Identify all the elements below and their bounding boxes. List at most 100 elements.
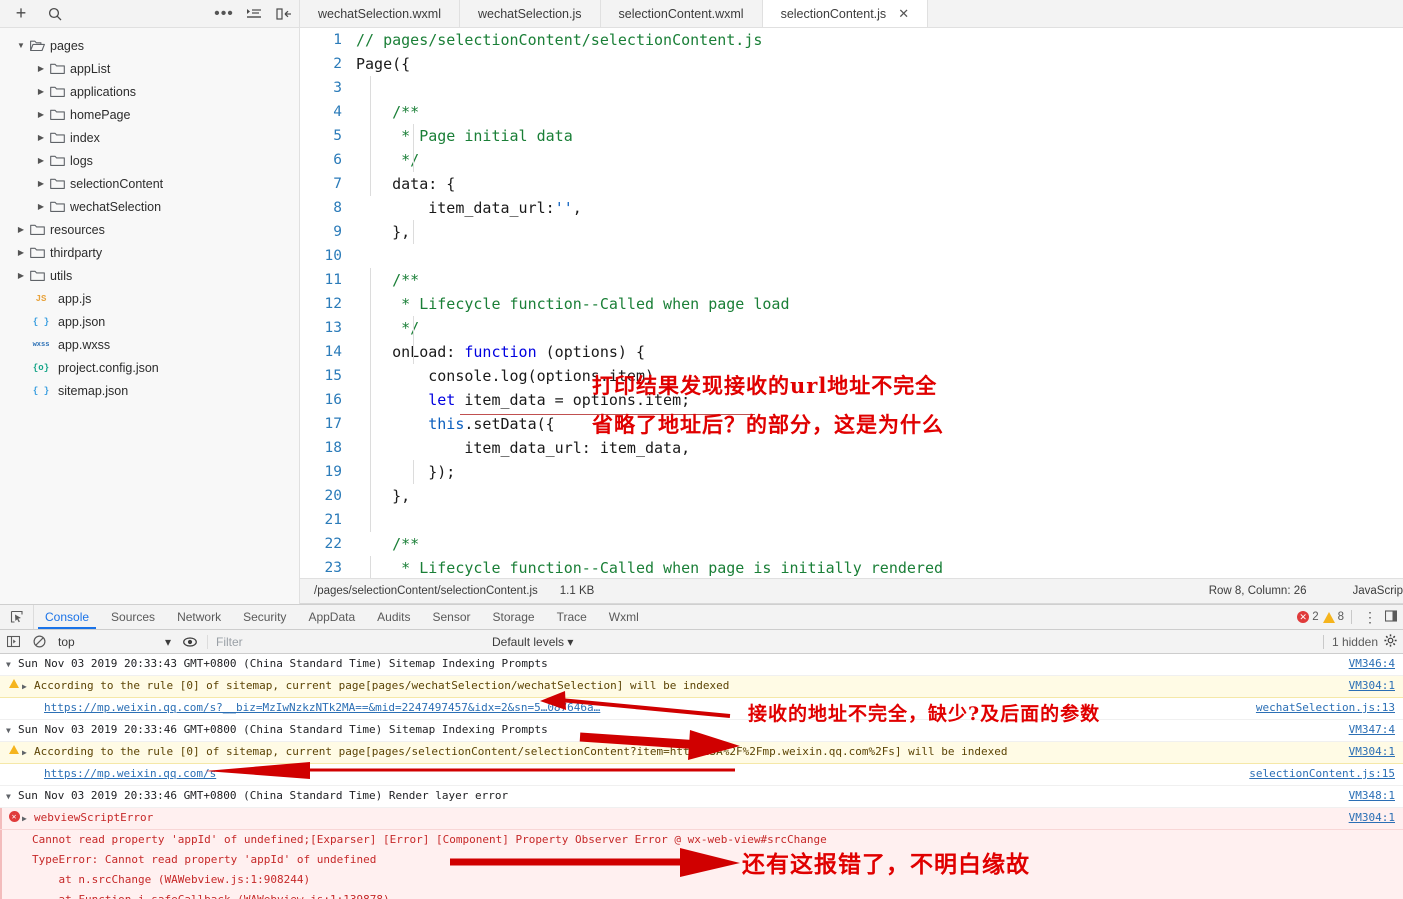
console-source-link[interactable]: wechatSelection.js:13 [1256,698,1403,718]
console-source-link[interactable]: selectionContent.js:15 [1249,764,1403,784]
code-line[interactable]: 18 item_data_url: item_data, [300,436,1403,460]
code-line[interactable]: 6 */ [300,148,1403,172]
dock-side-icon[interactable] [1384,609,1398,625]
console-source-link[interactable]: VM346:4 [1349,654,1403,674]
error-count-badge[interactable]: ✕ 2 [1297,611,1319,623]
chevron-down-icon[interactable]: ▼ [14,41,28,50]
tab-appdata[interactable]: AppData [297,605,366,629]
tab-audits[interactable]: Audits [366,605,421,629]
log-levels-selector[interactable]: Default levels ▾ [492,635,573,649]
console-row-group[interactable]: ▼ Sun Nov 03 2019 20:33:46 GMT+0800 (Chin… [0,720,1403,742]
tree-item-project-config-json[interactable]: {o} project.config.json [0,356,299,379]
expand-icon[interactable]: ▶ [22,742,34,763]
collapse-panel-icon[interactable] [269,1,299,27]
group-expand-icon[interactable]: ▼ [6,720,18,741]
code-line[interactable]: 1 // pages/selectionContent/selectionCont… [300,28,1403,52]
tab-storage[interactable]: Storage [482,605,546,629]
tab-sensor[interactable]: Sensor [422,605,482,629]
console-row-link[interactable]: https://mp.weixin.qq.com/s selectionConte… [0,764,1403,786]
code-line[interactable]: 19 }); [300,460,1403,484]
console-row-warn[interactable]: ▶ According to the rule [0] of sitemap, c… [0,742,1403,764]
code-line[interactable]: 7 data: { [300,172,1403,196]
tab-selectionContent-wxml[interactable]: selectionContent.wxml [601,0,763,27]
execution-context-selector[interactable]: top ▾ [52,635,177,649]
inspect-element-icon[interactable] [0,605,34,629]
live-expression-icon[interactable] [177,635,203,649]
code-line[interactable]: 21 [300,508,1403,532]
tab-security[interactable]: Security [232,605,297,629]
console-link[interactable]: https://mp.weixin.qq.com/s [18,764,1249,784]
code-line[interactable]: 2 Page({ [300,52,1403,76]
code-line[interactable]: 4 /** [300,100,1403,124]
code-line[interactable]: 12 * Lifecycle function--Called when pag… [300,292,1403,316]
tree-item-homePage[interactable]: ▶ homePage [0,103,299,126]
warning-count-badge[interactable]: 8 [1322,611,1344,623]
console-row-err[interactable]: ✕ ▶ webviewScriptError VM304:1 [0,808,1403,830]
code-line[interactable]: 10 [300,244,1403,268]
console-sidebar-icon[interactable] [0,635,26,648]
tree-item-app-wxss[interactable]: wxss app.wxss [0,333,299,356]
close-icon[interactable]: ✕ [898,7,909,20]
chevron-right-icon[interactable]: ▶ [34,64,48,73]
code-line[interactable]: 3 [300,76,1403,100]
tree-item-appList[interactable]: ▶ appList [0,57,299,80]
chevron-right-icon[interactable]: ▶ [34,133,48,142]
tab-console[interactable]: Console [34,605,100,629]
tree-item-thirdparty[interactable]: ▶ thirdparty [0,241,299,264]
console-source-link[interactable]: VM304:1 [1349,742,1403,762]
chevron-right-icon[interactable]: ▶ [34,110,48,119]
group-expand-icon[interactable]: ▼ [6,654,18,675]
code-editor[interactable]: 1 // pages/selectionContent/selectionCont… [300,28,1403,578]
code-line[interactable]: 8 item_data_url:'', [300,196,1403,220]
console-row-warn[interactable]: ▶ According to the rule [0] of sitemap, c… [0,676,1403,698]
code-line[interactable]: 23 * Lifecycle function--Called when pag… [300,556,1403,578]
code-line[interactable]: 9 }, [300,220,1403,244]
tree-item-wechatSelection[interactable]: ▶ wechatSelection [0,195,299,218]
new-file-icon[interactable]: + [6,1,36,27]
chevron-right-icon[interactable]: ▶ [34,156,48,165]
code-line[interactable]: 20 }, [300,484,1403,508]
clear-console-icon[interactable] [26,635,52,648]
tree-item-sitemap-json[interactable]: { } sitemap.json [0,379,299,402]
outline-icon[interactable] [239,1,269,27]
code-line[interactable]: 5 * Page initial data [300,124,1403,148]
tab-wechatSelection-js[interactable]: wechatSelection.js [460,0,601,27]
tree-item-pages[interactable]: ▼ pages [0,34,299,57]
chevron-right-icon[interactable]: ▶ [34,87,48,96]
tree-item-index[interactable]: ▶ index [0,126,299,149]
chevron-right-icon[interactable]: ▶ [14,248,28,257]
code-line[interactable]: 22 /** [300,532,1403,556]
tab-sources[interactable]: Sources [100,605,166,629]
code-line[interactable]: 14 onLoad: function (options) { [300,340,1403,364]
tree-item-app-js[interactable]: JS app.js [0,287,299,310]
console-row-group[interactable]: ▼ Sun Nov 03 2019 20:33:43 GMT+0800 (Chin… [0,654,1403,676]
chevron-right-icon[interactable]: ▶ [14,271,28,280]
chevron-right-icon[interactable]: ▶ [34,179,48,188]
tab-wxml[interactable]: Wxml [598,605,650,629]
tab-wechatSelection-wxml[interactable]: wechatSelection.wxml [300,0,460,27]
search-icon[interactable] [40,1,70,27]
console-row-link[interactable]: https://mp.weixin.qq.com/s?__biz=MzIwNzk… [0,698,1403,720]
more-options-icon[interactable]: ••• [209,1,239,27]
settings-gear-icon[interactable] [1384,633,1397,650]
code-line[interactable]: 11 /** [300,268,1403,292]
chevron-right-icon[interactable]: ▶ [14,225,28,234]
tree-item-resources[interactable]: ▶ resources [0,218,299,241]
console-source-link[interactable]: VM304:1 [1349,808,1403,828]
tree-item-app-json[interactable]: { } app.json [0,310,299,333]
console-row-group[interactable]: ▼ Sun Nov 03 2019 20:33:46 GMT+0800 (Chin… [0,786,1403,808]
tree-item-utils[interactable]: ▶ utils [0,264,299,287]
file-explorer-tree[interactable]: ▼ pages ▶ appList ▶ applications ▶ homePage ▶ ind… [0,28,300,578]
console-source-link[interactable]: VM348:1 [1349,786,1403,806]
console-source-link[interactable]: VM304:1 [1349,676,1403,696]
group-expand-icon[interactable]: ▼ [6,786,18,807]
console-filter-input[interactable]: Filter [207,634,492,649]
kebab-menu-icon[interactable]: ⋮ [1359,609,1381,626]
tree-item-selectionContent[interactable]: ▶ selectionContent [0,172,299,195]
expand-icon[interactable]: ▶ [22,808,34,829]
code-line[interactable]: 13 */ [300,316,1403,340]
tab-selectionContent-js[interactable]: selectionContent.js ✕ [762,0,929,27]
tree-item-logs[interactable]: ▶ logs [0,149,299,172]
tab-trace[interactable]: Trace [546,605,598,629]
console-source-link[interactable]: VM347:4 [1349,720,1403,740]
